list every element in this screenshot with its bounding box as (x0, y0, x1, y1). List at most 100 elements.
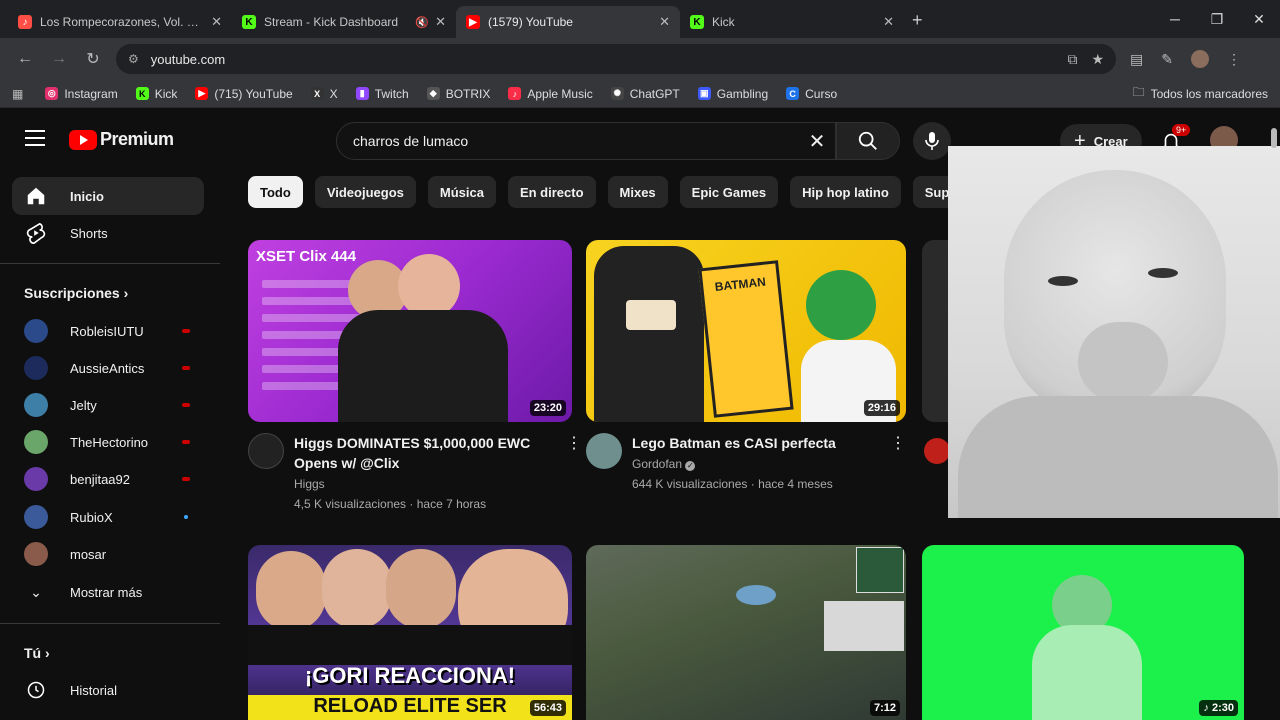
bookmark-botrix[interactable]: ◆ BOTRIX (426, 87, 490, 101)
bookmark-curso[interactable]: C Curso (786, 87, 837, 101)
mute-icon[interactable]: 🔇 (415, 16, 429, 29)
tab-music[interactable]: ♪ Los Rompecorazones, Vol. 2 - A ✕ (8, 6, 232, 38)
sidebar-item-home[interactable]: Inicio (12, 177, 204, 215)
voice-search-button[interactable] (913, 122, 951, 160)
video-title[interactable]: Higgs DOMINATES $1,000,000 EWC Opens w/ … (294, 433, 534, 473)
shorts-icon (24, 221, 48, 245)
site-info-icon[interactable]: ⚙ (128, 52, 139, 66)
bookmark-youtube[interactable]: ▶ (715) YouTube (195, 86, 293, 101)
apps-grid-icon[interactable]: ▦ (12, 87, 23, 101)
new-tab-button[interactable]: + (912, 10, 923, 31)
browser-tab-strip: ♪ Los Rompecorazones, Vol. 2 - A ✕ K Str… (0, 0, 1280, 38)
bookmark-label: Apple Music (527, 86, 593, 101)
subscription-item[interactable]: Jelty (12, 387, 204, 423)
video-thumbnail[interactable]: 7:12 (586, 545, 906, 720)
baby-eye (1048, 276, 1078, 286)
channel-avatar[interactable] (248, 433, 284, 469)
tab-kick[interactable]: K Kick ✕ (680, 6, 904, 38)
subscription-item[interactable]: RobleisIUTU (12, 313, 204, 349)
toolbar-actions: ▤ ✎ ⋮ (1130, 50, 1241, 68)
subscriptions-heading[interactable]: Suscripciones › (24, 285, 128, 301)
forward-icon[interactable]: → (42, 50, 76, 68)
close-icon[interactable]: ✕ (211, 14, 222, 30)
chip-hip-hop-latino[interactable]: Hip hop latino (790, 176, 901, 208)
restore-icon[interactable]: ❐ (1196, 11, 1238, 28)
person-face (398, 254, 460, 318)
channel-avatar[interactable] (924, 438, 950, 464)
bookmark-chatgpt[interactable]: ✺ ChatGPT (610, 87, 680, 101)
person-body (1032, 625, 1142, 720)
channel-avatar[interactable] (586, 433, 622, 469)
channel-name: Jelty (70, 397, 97, 413)
bookmark-kick[interactable]: K Kick (135, 87, 177, 101)
youtube-premium-logo[interactable]: Premium (69, 129, 174, 150)
bookmark-star-icon[interactable]: ★ (1091, 51, 1104, 68)
divider (0, 263, 220, 264)
channel-name[interactable]: Higgs (294, 477, 325, 491)
verified-icon: ✓ (685, 461, 696, 471)
video-thumbnail[interactable]: XSET Clix 444 23:20 (248, 240, 572, 422)
extensions-icon[interactable]: ✎ (1161, 51, 1173, 68)
tab-youtube[interactable]: ▶ (1579) YouTube ✕ (456, 6, 680, 38)
tab-title: (1579) YouTube (488, 15, 573, 29)
heading-text: Tú (24, 645, 42, 661)
show-more-button[interactable]: ⌄ Mostrar más (12, 574, 204, 610)
more-options-icon[interactable]: ⋮ (566, 433, 582, 453)
video-thumbnail[interactable]: ♪ 2:30 (922, 545, 1244, 720)
bookmark-twitch[interactable]: ▮ Twitch (355, 87, 409, 101)
subscription-item[interactable]: RubioX (12, 499, 204, 535)
address-bar[interactable]: ⚙ youtube.com ⧉ ★ (116, 44, 1116, 74)
live-indicator-icon (182, 366, 190, 370)
channel-name: RubioX (70, 509, 113, 525)
thumbnail-text: XSET Clix 444 (256, 248, 357, 265)
subscription-item[interactable]: benjitaa92 (12, 461, 204, 497)
tab-kick-dashboard[interactable]: K Stream - Kick Dashboard 🔇 ✕ (232, 6, 456, 38)
install-app-icon[interactable]: ⧉ (1067, 51, 1077, 68)
scrollbar-thumb[interactable] (1271, 128, 1277, 148)
close-icon[interactable]: ✕ (435, 14, 446, 30)
search-input[interactable]: charros de lumaco ✕ (336, 122, 836, 160)
chip-musica[interactable]: Música (427, 176, 496, 208)
bookmark-instagram[interactable]: ◎ Instagram (45, 87, 118, 101)
search-button[interactable] (836, 122, 900, 160)
channel-name[interactable]: Gordofan ✓ (632, 457, 696, 471)
bookmark-apple-music[interactable]: ♪ Apple Music (508, 86, 593, 101)
clear-search-icon[interactable]: ✕ (799, 129, 835, 154)
bookmark-x[interactable]: XX (310, 87, 338, 101)
subscription-item[interactable]: mosar (12, 536, 204, 572)
you-heading[interactable]: Tú › (24, 645, 50, 661)
chip-epic-games[interactable]: Epic Games (679, 176, 779, 208)
kebab-menu-icon[interactable]: ⋮ (1227, 51, 1241, 68)
all-bookmarks-folder[interactable]: 🗀 Todos los marcadores (1133, 83, 1268, 104)
instagram-icon: ◎ (45, 87, 59, 100)
chip-en-directo[interactable]: En directo (507, 176, 596, 208)
back-icon[interactable]: ← (8, 50, 42, 68)
hamburger-menu-icon[interactable] (25, 130, 45, 151)
close-icon[interactable]: ✕ (659, 14, 670, 30)
sidebar-item-history[interactable]: Historial (12, 672, 204, 708)
subscription-item[interactable]: AussieAntics (12, 350, 204, 386)
minimize-icon[interactable]: ─ (1154, 11, 1196, 27)
more-options-icon[interactable]: ⋮ (890, 433, 906, 453)
bookmark-label: (715) YouTube (214, 86, 293, 101)
channel-name: RobleisIUTU (70, 323, 144, 339)
chevron-down-icon: ⌄ (30, 583, 42, 600)
reload-icon[interactable]: ↻ (76, 49, 110, 69)
sidebar-item-shorts[interactable]: Shorts (12, 214, 204, 252)
video-title[interactable]: Lego Batman es CASI perfecta (632, 433, 872, 453)
sidepanel-icon[interactable]: ▤ (1130, 51, 1143, 68)
video-thumbnail[interactable]: BATMAN 29:16 (586, 240, 906, 422)
bookmark-label: Gambling (716, 86, 769, 101)
subscription-item[interactable]: TheHectorino (12, 424, 204, 460)
chip-todo[interactable]: Todo (248, 176, 303, 208)
close-window-icon[interactable]: ✕ (1238, 11, 1280, 28)
video-thumbnail[interactable]: ¡GORI REACCIONA! RELOAD ELITE SER 56:43 (248, 545, 572, 720)
scrollbar[interactable] (1268, 118, 1280, 720)
apple-music-icon: ♪ (508, 87, 522, 100)
bookmark-gambling[interactable]: ▣ Gambling (697, 86, 769, 101)
chip-videojuegos[interactable]: Videojuegos (314, 176, 416, 208)
close-icon[interactable]: ✕ (883, 14, 894, 30)
chip-mixes[interactable]: Mixes (607, 176, 668, 208)
profile-avatar[interactable] (1190, 50, 1209, 68)
curso-icon: C (786, 87, 800, 100)
